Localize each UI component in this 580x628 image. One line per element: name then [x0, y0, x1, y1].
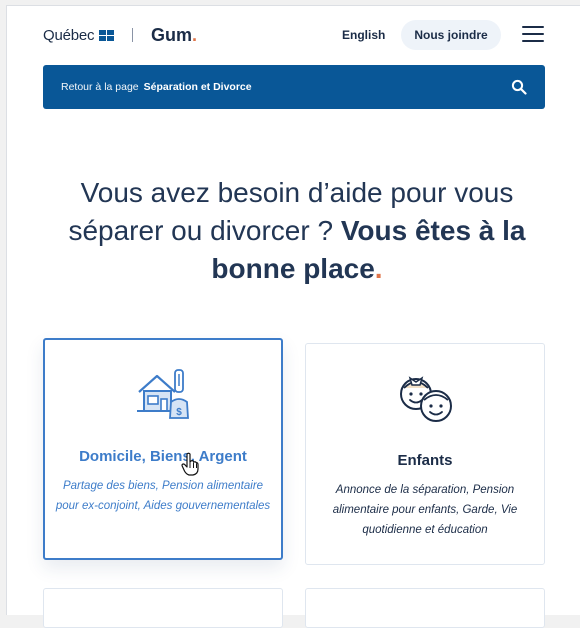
card-domicile-biens-argent[interactable]: $ Domicile, Biens, Argent Partage des bi… — [43, 338, 283, 560]
search-icon[interactable] — [511, 79, 527, 95]
quebec-logo-text: Québec — [43, 27, 95, 44]
contact-button[interactable]: Nous joindre — [401, 20, 501, 50]
gum-logo-dot: . — [192, 25, 198, 45]
svg-text:$: $ — [176, 407, 182, 418]
gum-logo[interactable]: Gum. — [151, 25, 197, 46]
logo-divider — [132, 28, 133, 42]
card-placeholder-left[interactable] — [43, 588, 283, 628]
gum-logo-text: Gum — [151, 25, 193, 45]
hero-dot: . — [374, 253, 383, 284]
house-money-icon: $ — [137, 369, 189, 419]
card-title: Domicile, Biens, Argent — [79, 448, 247, 465]
hero-heading: Vous avez besoin d’aide pour vous sépare… — [47, 174, 547, 288]
quebec-flag-icon — [99, 30, 115, 41]
children-faces-icon — [400, 376, 452, 422]
card-enfants[interactable]: Enfants Annonce de la séparation, Pensio… — [305, 343, 545, 565]
card-description: Annonce de la séparation, Pension alimen… — [332, 484, 518, 536]
site-header: Québec Gum. English Nous joindre — [7, 6, 580, 64]
page-frame: Québec Gum. English Nous joindre Retour … — [6, 5, 580, 628]
card-title: Enfants — [397, 452, 453, 469]
back-bar-prefix: Retour à la page — [61, 81, 139, 93]
hand-cursor-icon — [181, 452, 199, 476]
card-placeholder-right[interactable] — [305, 588, 545, 628]
back-to-page-bar[interactable]: Retour à la page Séparation et Divorce — [43, 65, 545, 109]
back-bar-page-name: Séparation et Divorce — [143, 81, 252, 93]
language-link[interactable]: English — [342, 28, 385, 42]
card-description: Partage des biens, Pension alimentaire p… — [55, 480, 271, 512]
quebec-logo[interactable]: Québec — [43, 27, 115, 44]
hamburger-icon[interactable] — [522, 26, 544, 42]
